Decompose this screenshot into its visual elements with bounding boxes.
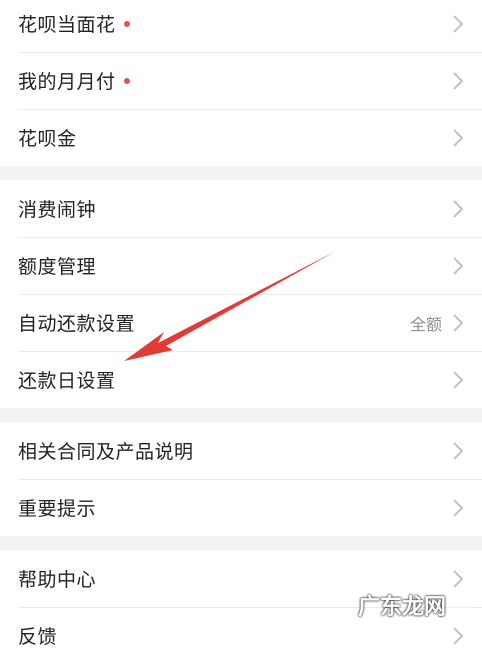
- section-divider: [0, 408, 482, 422]
- list-item-auto-repay[interactable]: 自动还款设置 全额: [0, 294, 482, 351]
- list-item-label: 相关合同及产品说明: [18, 441, 194, 463]
- list-group-huabei: 花呗当面花 我的月月付 花呗金: [0, 0, 482, 166]
- chevron-right-icon: [453, 256, 464, 275]
- chevron-right-icon: [453, 71, 464, 90]
- chevron-right-icon: [453, 569, 464, 588]
- list-item-label: 花呗当面花: [18, 14, 116, 36]
- chevron-right-icon: [453, 370, 464, 389]
- notification-dot: [123, 77, 130, 84]
- list-item-label: 花呗金: [18, 128, 77, 150]
- list-item-contracts[interactable]: 相关合同及产品说明: [0, 422, 482, 479]
- section-divider: [0, 536, 482, 550]
- auto-repay-value: 全额: [409, 314, 442, 334]
- list-item-repay-day[interactable]: 还款日设置: [0, 351, 482, 408]
- section-divider: [0, 166, 482, 180]
- chevron-right-icon: [453, 313, 464, 332]
- list-item-xiaofei-naozhong[interactable]: 消费闹钟: [0, 180, 482, 237]
- list-item-label: 帮助中心: [18, 569, 97, 591]
- list-item-label: 反馈: [18, 626, 58, 648]
- list-item-edu-guanli[interactable]: 额度管理: [0, 237, 482, 294]
- list-item-yueyuefu[interactable]: 我的月月付: [0, 52, 482, 109]
- list-group-settings: 消费闹钟 额度管理 自动还款设置 全额 还款日设置: [0, 180, 482, 408]
- chevron-right-icon: [453, 128, 464, 147]
- notification-dot: [123, 20, 130, 27]
- chevron-right-icon: [453, 626, 464, 645]
- chevron-right-icon: [453, 441, 464, 460]
- chevron-right-icon: [453, 498, 464, 517]
- watermark-logo-icon: [447, 592, 471, 616]
- watermark-text: 广东龙网: [357, 595, 446, 620]
- list-item-huabeijin[interactable]: 花呗金: [0, 109, 482, 166]
- chevron-right-icon: [453, 14, 464, 33]
- list-item-label: 还款日设置: [18, 370, 116, 392]
- list-item-important-notice[interactable]: 重要提示: [0, 479, 482, 536]
- list-item-label: 我的月月付: [18, 71, 116, 93]
- list-item-label: 重要提示: [18, 498, 97, 520]
- settings-list: 花呗当面花 我的月月付 花呗金 消费闹钟 额度管理 自动还款设置 全额 还款日设…: [0, 0, 482, 664]
- chevron-right-icon: [453, 199, 464, 218]
- list-group-docs: 相关合同及产品说明 重要提示: [0, 422, 482, 536]
- list-item-dangmianhua[interactable]: 花呗当面花: [0, 0, 482, 52]
- list-item-label: 额度管理: [18, 256, 97, 278]
- list-item-label: 自动还款设置: [18, 313, 136, 335]
- list-item-label: 消费闹钟: [18, 199, 97, 221]
